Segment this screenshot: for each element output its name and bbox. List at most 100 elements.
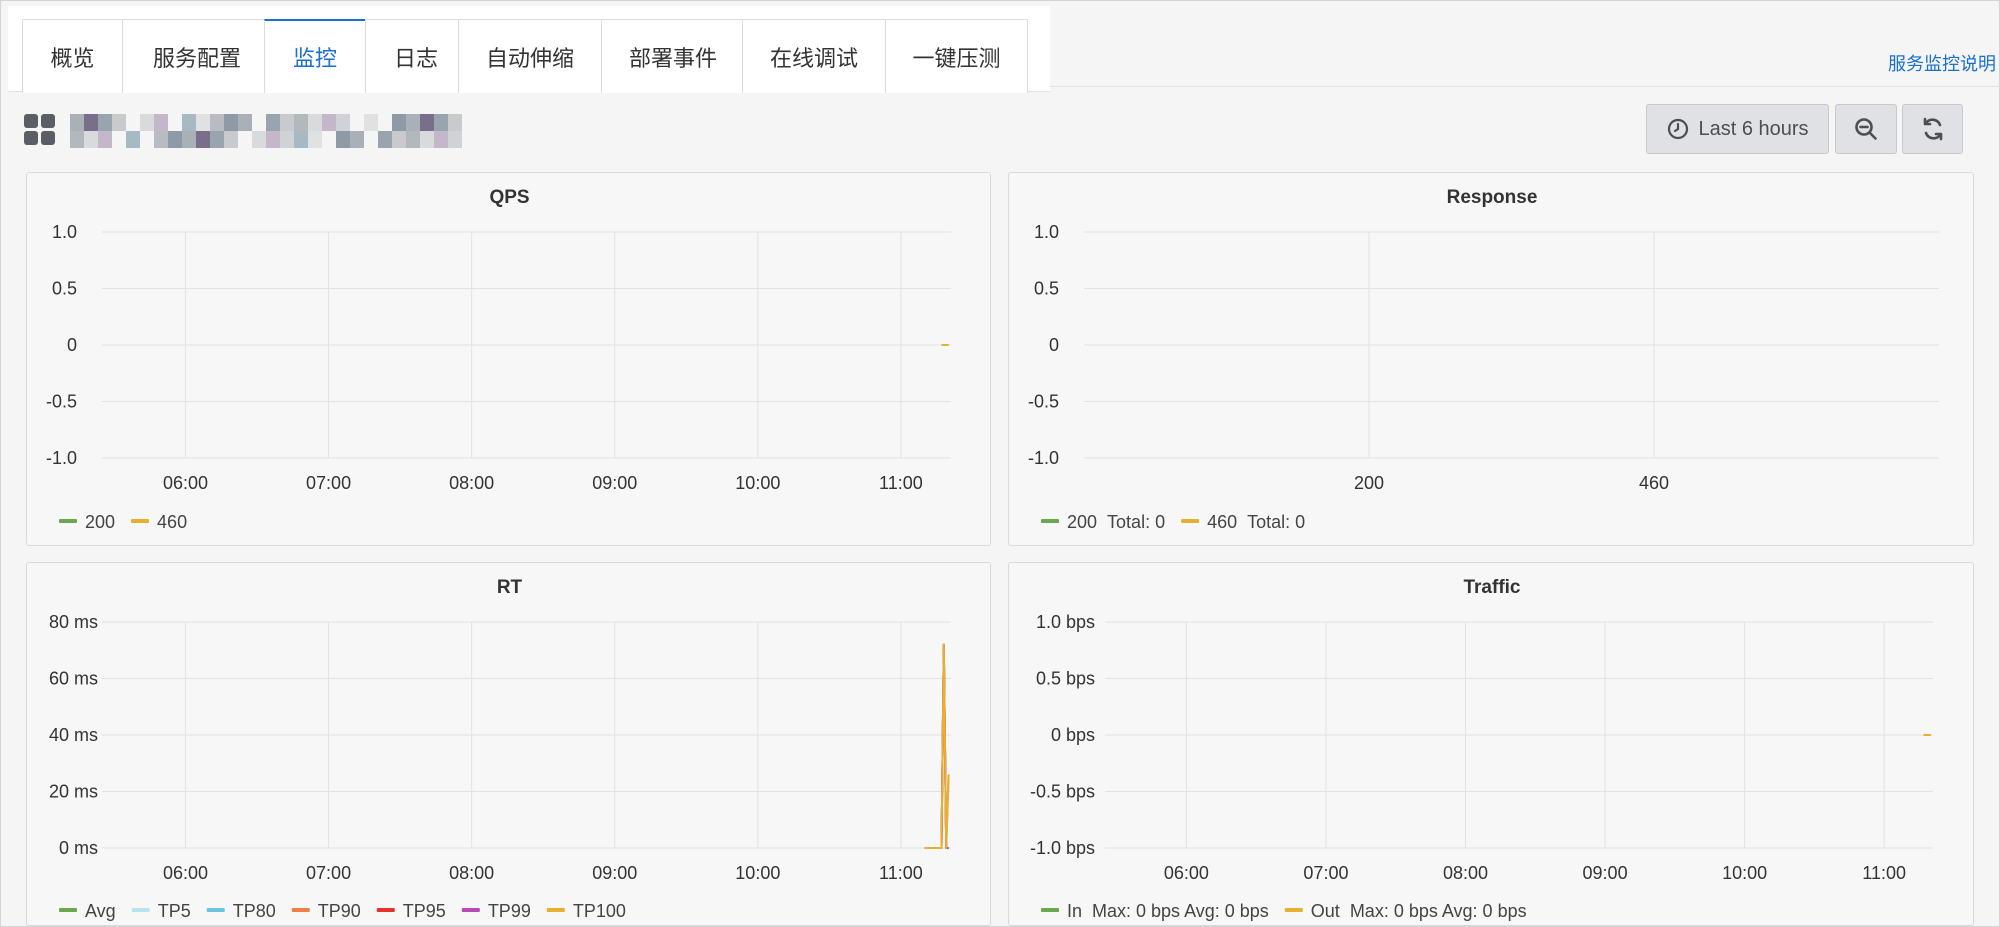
- legend-label: In: [1067, 901, 1082, 921]
- x-tick-label: 10:00: [735, 863, 780, 883]
- y-tick-label: 0 bps: [1051, 725, 1095, 745]
- x-tick-label: 07:00: [1303, 863, 1348, 883]
- time-range-button[interactable]: Last 6 hours: [1646, 104, 1829, 154]
- tab-monitoring[interactable]: 监控: [264, 19, 366, 93]
- x-tick-label: 200: [1354, 473, 1384, 493]
- tab-load-test[interactable]: 一键压测: [885, 19, 1028, 93]
- legend-swatch: [546, 908, 565, 912]
- tab-online-debug[interactable]: 在线调试: [742, 19, 886, 93]
- response-panel: Response 1.0 0.5 0 -0.5 -1.0 200 460 200 Total: 0…: [1008, 172, 1974, 546]
- x-tick-label: 08:00: [1443, 863, 1488, 883]
- y-tick-label: 0.5 bps: [1036, 669, 1095, 689]
- y-tick-label: 20 ms: [49, 782, 98, 802]
- refresh-button[interactable]: [1902, 104, 1963, 154]
- zoom-out-icon: [1855, 118, 1877, 140]
- legend-swatch: [1181, 519, 1200, 523]
- panel-title: RT: [497, 577, 523, 598]
- qps-panel: QPS 1.0 0.5 0 -0.5 -1.0 06:00 07:00 08:00 09:00 10…: [26, 172, 991, 546]
- y-tick-label: 0.5: [52, 279, 77, 299]
- y-tick-label: -0.5: [46, 392, 77, 412]
- redacted-service-name: [70, 114, 462, 148]
- legend-label: 200: [85, 512, 115, 532]
- rt-chart: RT 80 ms 60 ms 40 ms 20 ms 0 ms 06:00 07:00 08:0…: [49, 577, 951, 921]
- qps-chart: QPS 1.0 0.5 0 -0.5 -1.0 06:00 07:00 08:00 09:00 10…: [46, 187, 951, 532]
- legend-label: TP5: [158, 901, 191, 921]
- panel-title: Response: [1447, 187, 1538, 208]
- legend-stat: Total: 0: [1247, 512, 1305, 532]
- x-tick-label: 07:00: [306, 473, 351, 493]
- refresh-icon: [1923, 117, 1942, 141]
- y-tick-label: 0 ms: [59, 838, 98, 858]
- legend-swatch: [206, 908, 225, 912]
- zoom-out-button[interactable]: [1835, 104, 1897, 154]
- x-tick-label: 460: [1639, 473, 1669, 493]
- legend-label: 460: [1207, 512, 1237, 532]
- legend-swatch: [1041, 519, 1059, 523]
- legend-label: TP90: [318, 901, 361, 921]
- x-tick-label: 09:00: [592, 863, 637, 883]
- legend-swatch: [461, 908, 480, 912]
- x-tick-label: 10:00: [735, 473, 780, 493]
- y-tick-label: 1.0 bps: [1036, 612, 1095, 632]
- y-tick-label: 0.5: [1034, 279, 1059, 299]
- tab-logs[interactable]: 日志: [365, 19, 467, 93]
- y-tick-label: -0.5 bps: [1030, 782, 1095, 802]
- clock-icon: [1668, 118, 1689, 140]
- y-tick-label: 60 ms: [49, 669, 98, 689]
- time-range-label: Last 6 hours: [1698, 117, 1809, 140]
- x-tick-label: 09:00: [1583, 863, 1628, 883]
- traffic-panel: Traffic 1.0 bps 0.5 bps 0 bps -0.5 bps -1.0 b…: [1008, 562, 1974, 926]
- x-tick-label: 11:00: [1862, 863, 1906, 883]
- legend-swatch: [59, 519, 77, 523]
- y-tick-label: 1.0: [1034, 222, 1059, 242]
- tab-divider: [1050, 86, 2000, 87]
- panel-title: QPS: [489, 187, 529, 208]
- y-tick-label: -1.0 bps: [1030, 838, 1095, 858]
- legend-swatch: [1284, 908, 1303, 912]
- legend-label: TP99: [488, 901, 531, 921]
- response-chart: Response 1.0 0.5 0 -0.5 -1.0 200 460 200 Total: 0…: [1028, 187, 1939, 532]
- y-tick-label: 1.0: [52, 222, 77, 242]
- x-tick-label: 11:00: [879, 473, 923, 493]
- legend-swatch: [291, 908, 310, 912]
- legend-swatch: [376, 908, 395, 912]
- x-tick-label: 06:00: [163, 473, 208, 493]
- legend-label: TP80: [233, 901, 276, 921]
- legend-label: TP100: [573, 901, 626, 921]
- y-tick-label: 80 ms: [49, 612, 98, 632]
- x-tick-label: 11:00: [879, 863, 923, 883]
- y-tick-label: -1.0: [1028, 448, 1059, 468]
- legend-stat: Max: 0 bps Avg: 0 bps: [1350, 901, 1527, 921]
- legend-label: TP95: [403, 901, 446, 921]
- legend-label: Out: [1311, 901, 1340, 921]
- legend-label: 460: [157, 512, 187, 532]
- series-line-tp100: [924, 643, 950, 849]
- rt-panel: RT 80 ms 60 ms 40 ms 20 ms 0 ms 06:00 07:00 08:0…: [26, 562, 991, 926]
- legend-swatch: [131, 519, 150, 523]
- legend-stat: Total: 0: [1107, 512, 1165, 532]
- panel-title: Traffic: [1463, 577, 1520, 598]
- legend-swatch: [1041, 908, 1059, 912]
- x-tick-label: 10:00: [1722, 863, 1767, 883]
- tab-bar: 概览 服务配置 监控 日志 自动伸缩 部署事件 在线调试 一键压测: [8, 6, 1050, 93]
- legend-stat: Max: 0 bps Avg: 0 bps: [1092, 901, 1269, 921]
- x-tick-label: 06:00: [1164, 863, 1209, 883]
- x-tick-label: 06:00: [163, 863, 208, 883]
- legend-label: Avg: [85, 901, 116, 921]
- tab-overview[interactable]: 概览: [22, 19, 123, 93]
- x-tick-label: 07:00: [306, 863, 351, 883]
- y-tick-label: 0: [1049, 335, 1059, 355]
- legend-swatch: [131, 908, 150, 912]
- tab-deploy-events[interactable]: 部署事件: [601, 19, 745, 93]
- x-tick-label: 08:00: [449, 473, 494, 493]
- tab-service-config[interactable]: 服务配置: [122, 19, 272, 93]
- y-tick-label: -0.5: [1028, 392, 1059, 412]
- y-tick-label: 0: [67, 335, 77, 355]
- monitoring-help-link[interactable]: 服务监控说明: [1888, 50, 1996, 76]
- y-tick-label: 40 ms: [49, 725, 98, 745]
- dashboard-grid-icon: [24, 114, 56, 146]
- x-tick-label: 09:00: [592, 473, 637, 493]
- tab-autoscaling[interactable]: 自动伸缩: [458, 19, 602, 93]
- x-tick-label: 08:00: [449, 863, 494, 883]
- legend-swatch: [59, 908, 77, 912]
